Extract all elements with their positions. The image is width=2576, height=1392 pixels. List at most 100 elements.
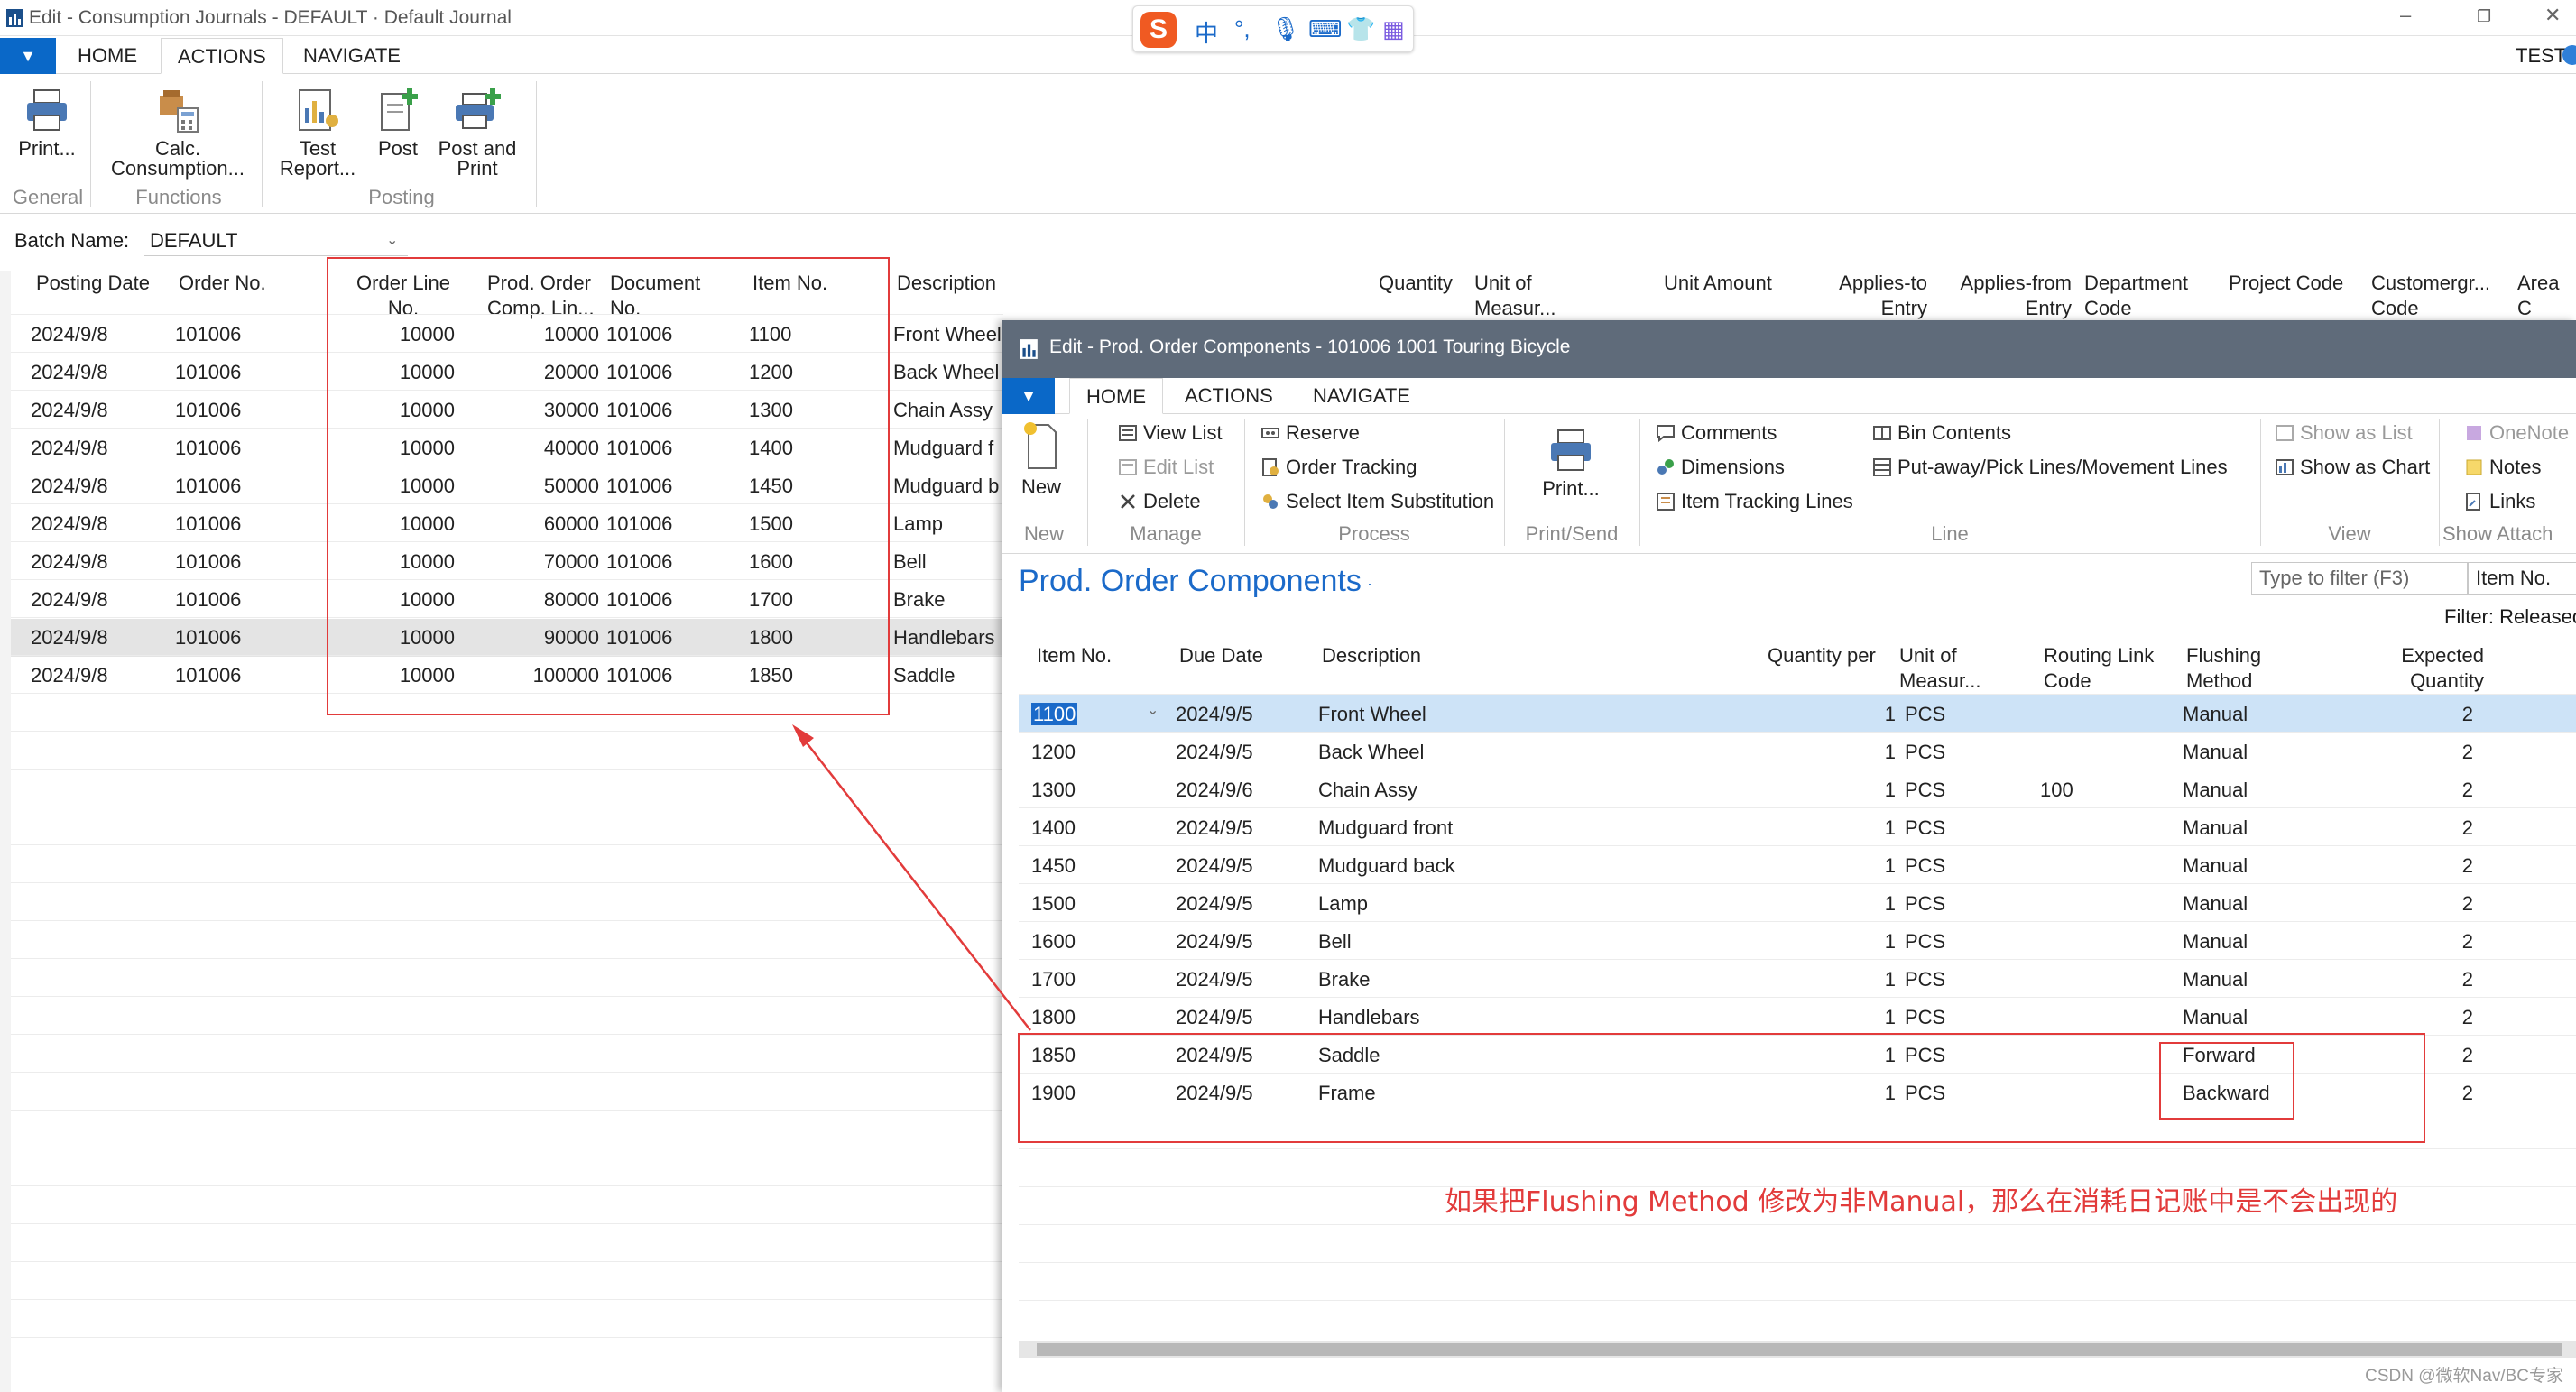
component-cell[interactable]: Manual (2183, 703, 2327, 726)
col-unit-of-measure[interactable]: Unit of Measur... (1474, 271, 1556, 321)
col-project-code[interactable]: Project Code (2229, 271, 2343, 296)
journal-cell[interactable]: 2024/9/8 (31, 475, 130, 498)
component-cell[interactable]: Brake (1318, 968, 1589, 991)
component-cell[interactable]: 1 (1814, 741, 1896, 764)
print-button[interactable]: Print... (9, 87, 85, 159)
component-cell[interactable]: PCS (1905, 968, 1995, 991)
component-cell[interactable]: Front Wheel (1318, 703, 1589, 726)
component-cell[interactable]: 2 (2374, 741, 2473, 764)
component-cell[interactable]: Lamp (1318, 892, 1589, 916)
journal-cell[interactable]: 2024/9/8 (31, 626, 130, 650)
dimensions-button[interactable]: Dimensions (1656, 456, 1785, 479)
component-cell[interactable]: 1600 (1031, 930, 1140, 954)
active-cell-value[interactable]: 1100 (1031, 703, 1078, 725)
component-cell[interactable]: 2024/9/6 (1176, 779, 1284, 802)
journal-cell[interactable]: Front Wheel (893, 323, 1003, 346)
journal-cell[interactable]: 2024/9/8 (31, 361, 130, 384)
col-quantity-per[interactable]: Quantity per (1768, 643, 1876, 668)
journal-cell[interactable]: Lamp (893, 512, 1003, 536)
page-title-menu-icon[interactable]: · (1367, 575, 1372, 594)
component-cell[interactable]: PCS (1905, 854, 1995, 878)
component-cell[interactable]: Manual (2183, 892, 2327, 916)
journal-cell[interactable]: 2024/9/8 (31, 323, 130, 346)
restore-icon[interactable]: ❐ (2477, 7, 2491, 26)
tab-actions[interactable]: ACTIONS (161, 38, 283, 74)
component-cell[interactable]: 2 (2374, 930, 2473, 954)
notes-button[interactable]: Notes (2464, 456, 2541, 479)
delete-button[interactable]: Delete (1118, 490, 1201, 513)
component-cell[interactable]: PCS (1905, 816, 1995, 840)
col-applies-from-entry[interactable]: Applies-from Entry (1949, 271, 2072, 321)
col-area-code[interactable]: Area C (2517, 271, 2576, 321)
order-tracking-button[interactable]: Order Tracking (1260, 456, 1417, 479)
component-cell[interactable]: Manual (2183, 779, 2327, 802)
journal-cell[interactable]: 2024/9/8 (31, 399, 130, 422)
col-applies-to-entry[interactable]: Applies-to Entry (1830, 271, 1927, 321)
col-unit-amount[interactable]: Unit Amount (1664, 271, 1772, 296)
show-as-chart-button[interactable]: Show as Chart (2275, 456, 2430, 479)
journal-cell[interactable]: 101006 (175, 475, 283, 498)
tab-actions[interactable]: ACTIONS (1168, 378, 1289, 414)
view-list-button[interactable]: View List (1118, 421, 1223, 445)
journal-cell[interactable]: 101006 (175, 361, 283, 384)
component-cell[interactable]: 1400 (1031, 816, 1140, 840)
app-menu-dropdown[interactable]: ▼ (0, 38, 56, 74)
test-report-button[interactable]: Test Report... (276, 87, 359, 179)
col-unit-of-measure[interactable]: Unit of Measur... (1899, 643, 1980, 694)
component-cell[interactable]: Chain Assy (1318, 779, 1589, 802)
component-cell[interactable]: PCS (1905, 779, 1995, 802)
component-cell[interactable]: Back Wheel (1318, 741, 1589, 764)
component-cell[interactable]: 1300 (1031, 779, 1140, 802)
post-and-print-button[interactable]: Post and Print (431, 87, 523, 179)
tab-navigate[interactable]: NAVIGATE (287, 38, 417, 74)
col-posting-date[interactable]: Posting Date (36, 271, 150, 296)
journal-cell[interactable]: Handlebars (893, 626, 1003, 650)
col-description[interactable]: Description (897, 271, 996, 296)
help-icon[interactable] (2562, 45, 2576, 65)
component-cell[interactable]: PCS (1905, 930, 1995, 954)
component-cell[interactable]: Manual (2183, 1006, 2327, 1029)
journal-cell[interactable]: 101006 (175, 550, 283, 574)
calc-consumption-button[interactable]: Calc. Consumption... (101, 87, 254, 179)
journal-cell[interactable]: 101006 (175, 512, 283, 536)
component-cell[interactable]: Manual (2183, 741, 2327, 764)
tab-home[interactable]: HOME (61, 38, 153, 74)
component-cell[interactable]: 2 (2374, 892, 2473, 916)
col-department-code[interactable]: Department Code (2084, 271, 2188, 321)
component-cell[interactable]: 1 (1814, 1006, 1896, 1029)
component-cell[interactable]: 2024/9/5 (1176, 816, 1284, 840)
journal-cell[interactable]: 2024/9/8 (31, 437, 130, 460)
journal-cell[interactable]: Chain Assy (893, 399, 1003, 422)
component-cell[interactable]: 1200 (1031, 741, 1140, 764)
component-cell[interactable]: Manual (2183, 816, 2327, 840)
component-cell[interactable]: 2024/9/5 (1176, 968, 1284, 991)
app-menu-dropdown[interactable]: ▼ (1002, 378, 1055, 414)
journal-cell[interactable]: 101006 (175, 664, 283, 687)
component-cell[interactable]: 2 (2374, 816, 2473, 840)
journal-cell[interactable]: 101006 (175, 437, 283, 460)
journal-cell[interactable]: Brake (893, 588, 1003, 612)
component-cell[interactable]: 2 (2374, 854, 2473, 878)
journal-cell[interactable]: 2024/9/8 (31, 664, 130, 687)
component-cell[interactable]: 1800 (1031, 1006, 1140, 1029)
putaway-pick-lines-button[interactable]: Put-away/Pick Lines/Movement Lines (1872, 456, 2228, 479)
col-order-no[interactable]: Order No. (179, 271, 266, 296)
component-cell[interactable]: Handlebars (1318, 1006, 1589, 1029)
col-description[interactable]: Description (1322, 643, 1421, 668)
component-cell[interactable]: 2 (2374, 779, 2473, 802)
journal-cell[interactable]: 2024/9/8 (31, 550, 130, 574)
post-button[interactable]: Post (370, 87, 426, 159)
col-quantity[interactable]: Quantity (1379, 271, 1453, 296)
component-cell[interactable]: 1 (1814, 892, 1896, 916)
ime-toolbar[interactable]: S 中 °, 🎙 ⌨ 👕 ▦ (1132, 5, 1414, 52)
component-cell[interactable]: Manual (2183, 854, 2327, 878)
component-cell[interactable]: Bell (1318, 930, 1589, 954)
component-cell[interactable]: 1 (1814, 779, 1896, 802)
component-cell[interactable]: 1 (1814, 930, 1896, 954)
component-cell[interactable]: 2024/9/5 (1176, 854, 1284, 878)
journal-cell[interactable]: 101006 (175, 588, 283, 612)
tab-home[interactable]: HOME (1069, 378, 1163, 414)
journal-cell[interactable]: 2024/9/8 (31, 512, 130, 536)
new-button[interactable]: New (1013, 421, 1069, 497)
component-cell[interactable]: 1 (1814, 968, 1896, 991)
